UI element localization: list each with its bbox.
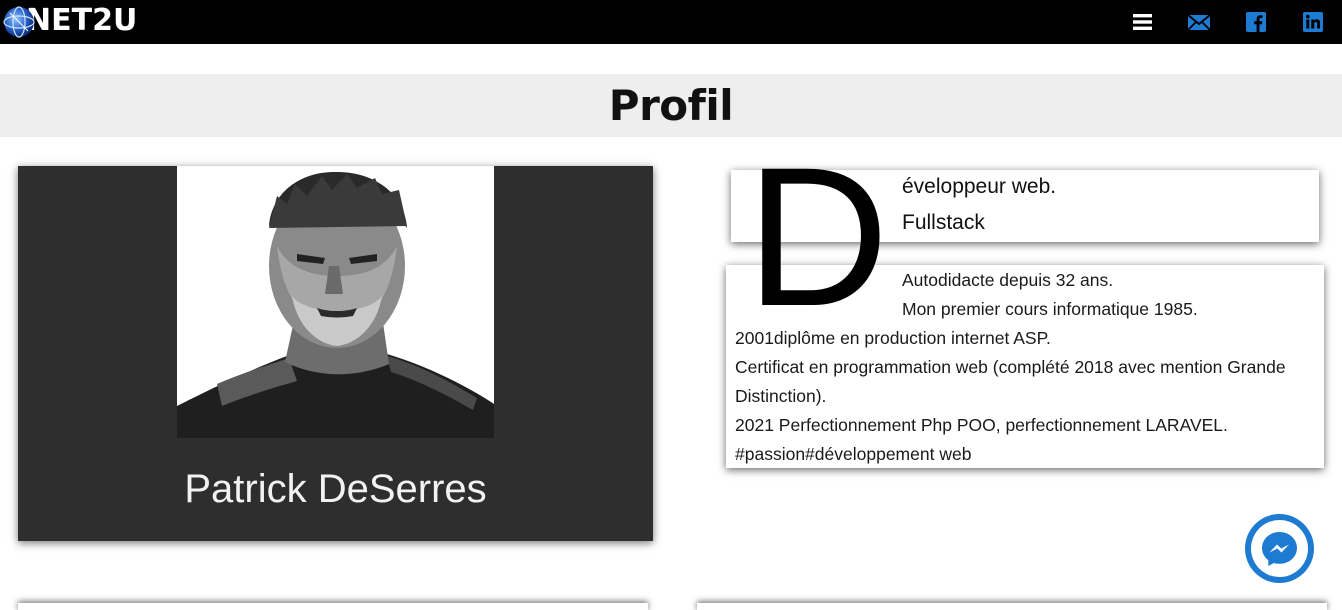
menu-icon[interactable] [1132,11,1156,33]
headline-line-2: Fullstack [902,211,985,234]
bio-line: Mon premier cours informatique 1985. [902,299,1198,319]
profile-photo [177,166,494,438]
next-card-right [697,603,1327,610]
bio-line: Distinction). [735,386,827,406]
top-navbar: NET2U [0,0,1342,44]
page-title: Profil [608,81,734,130]
profile-card: Patrick DeSerres [18,166,653,541]
globe-logo-icon [2,3,38,39]
next-card-left [18,603,648,610]
logo-text: NET2U [26,3,138,38]
bio-line: Certificat en programmation web (complét… [735,357,1286,377]
bio-line: #passion#développement web [735,444,972,464]
bio-line: 2021 Perfectionnement Php POO, perfectio… [735,415,1228,435]
site-logo[interactable]: NET2U [2,2,137,40]
facebook-icon[interactable] [1245,11,1269,33]
headline-line-1: éveloppeur web. [902,175,1057,198]
profile-name: Patrick DeSerres [184,467,487,511]
mail-icon[interactable] [1187,11,1211,33]
title-band: Profil [0,74,1342,137]
bio-line: Autodidacte depuis 32 ans. [902,270,1114,290]
messenger-icon [1251,520,1308,577]
messenger-chat-button[interactable] [1245,514,1314,583]
linkedin-icon[interactable] [1302,11,1326,33]
dropcap-letter: D [746,126,889,347]
